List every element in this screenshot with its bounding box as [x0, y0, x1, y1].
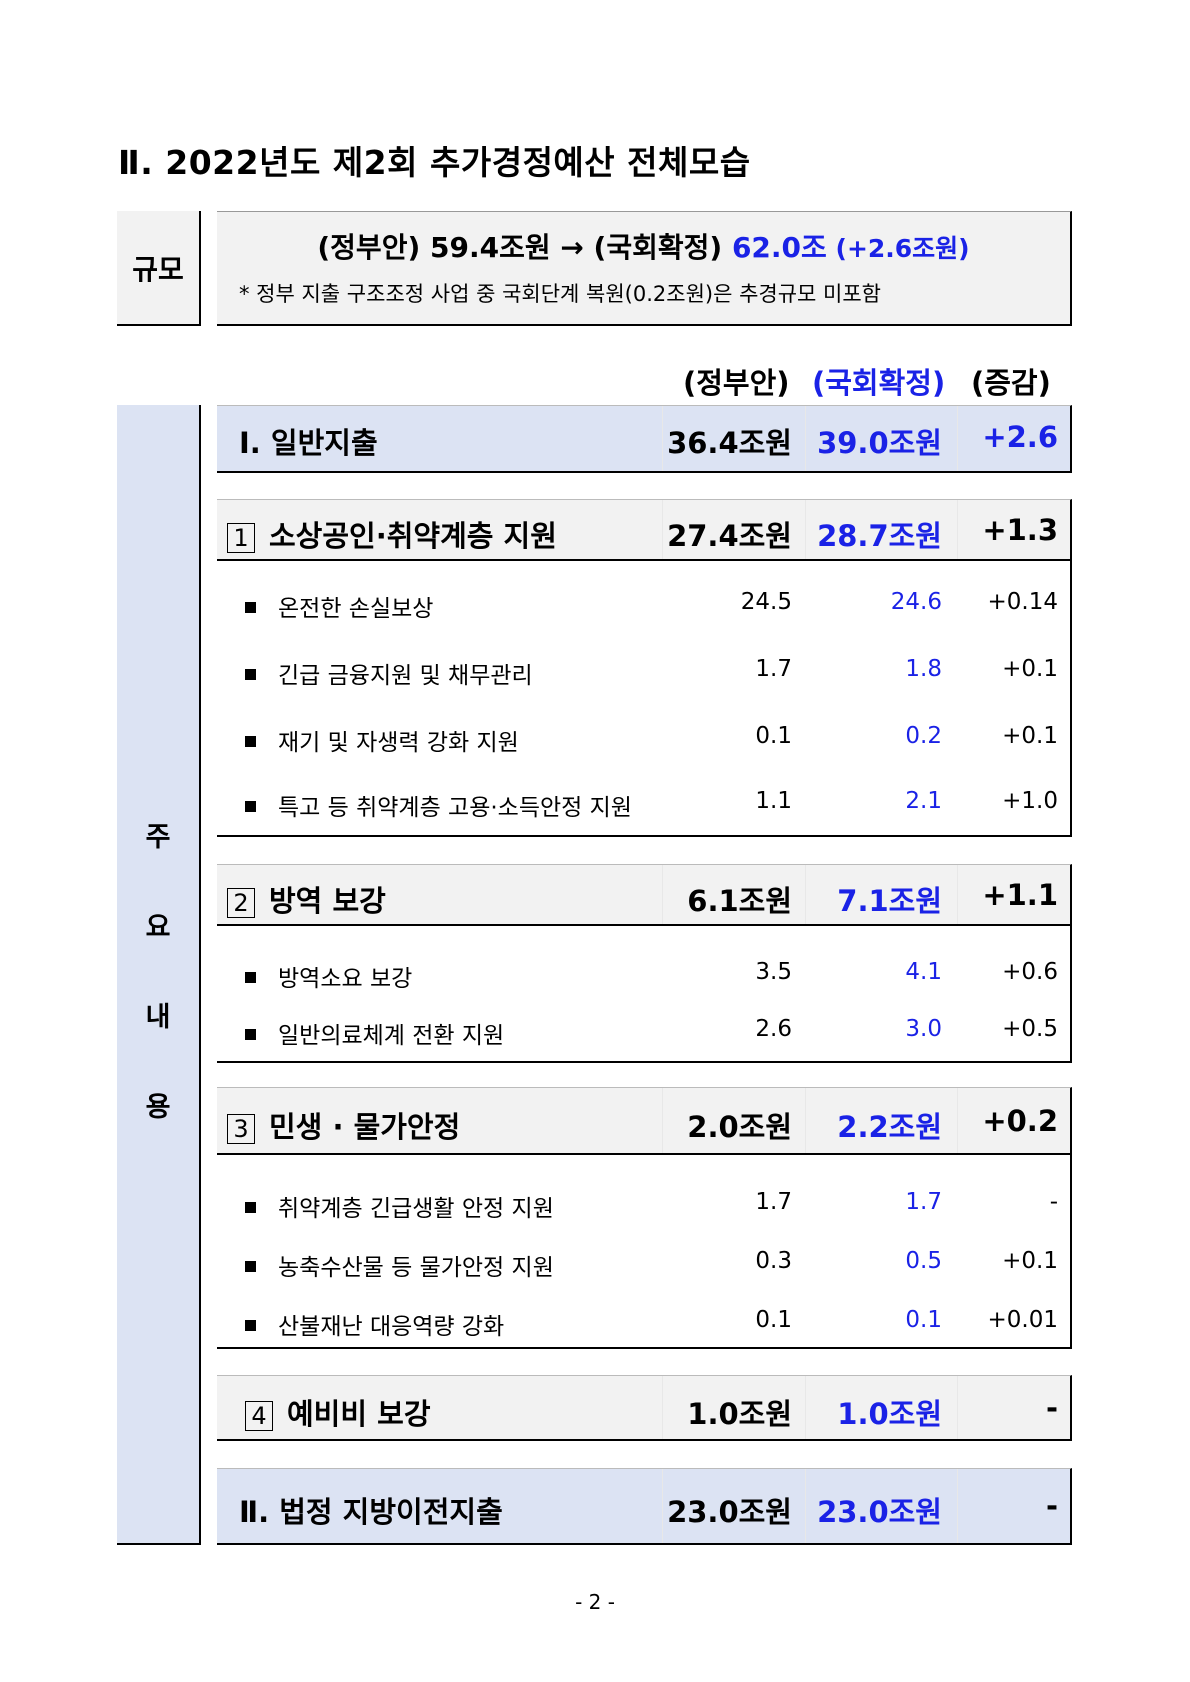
item-gov: 2.6 [755, 1016, 792, 1042]
item-change: +0.1 [1002, 723, 1058, 749]
section-2-assembly: 7.1조원 [837, 884, 942, 918]
general-expenditure-row: Ⅰ. 일반지출 36.4조원 39.0조원 +2.6 [217, 405, 1072, 473]
section-4-label: 4 예비비 보강 [245, 1391, 431, 1433]
section-1-items: 온전한 손실보상 24.5 24.6 +0.14 긴급 금융지원 및 채무관리 … [217, 561, 1072, 836]
section-1-change: +1.3 [982, 513, 1058, 547]
item-change: +1.0 [1002, 788, 1058, 814]
scale-final-value: 62.0조 [731, 231, 827, 264]
section-number-box: 3 [227, 1114, 255, 1144]
general-expenditure-change: +2.6 [982, 420, 1058, 454]
item-gov: 1.7 [755, 656, 792, 682]
item-assembly: 3.0 [905, 1016, 942, 1042]
section-4-change: - [1045, 1391, 1058, 1425]
section-1-label: 1 소상공인·취약계층 지원 [227, 513, 557, 555]
page-title: Ⅱ. 2022년도 제2회 추가경정예산 전체모습 [118, 143, 751, 182]
item-change: +0.14 [987, 589, 1058, 615]
section-number-box: 1 [227, 523, 255, 553]
item-assembly: 0.5 [905, 1248, 942, 1274]
column-header-assembly: (국회확정) [812, 366, 946, 400]
item-assembly: 1.7 [905, 1189, 942, 1215]
item-label: 특고 등 취약계층 고용·소득안정 지원 [278, 795, 632, 821]
item-label: 산불재난 대응역량 강화 [278, 1314, 505, 1340]
item-label: 농축수산물 등 물가안정 지원 [278, 1255, 554, 1281]
section-2-items: 방역소요 보강 3.5 4.1 +0.6 일반의료체계 전환 지원 2.6 3.… [217, 926, 1072, 1062]
sidebar-char: 용 [145, 1092, 171, 1123]
section-1-assembly: 28.7조원 [817, 519, 942, 553]
item-gov: 1.1 [755, 788, 792, 814]
scale-label: 규모 [117, 211, 201, 326]
item-gov: 24.5 [740, 589, 792, 615]
scale-box: (정부안) 59.4조원 → (국회확정) 62.0조 (+2.6조원) * 정… [217, 211, 1072, 326]
general-expenditure-label: Ⅰ. 일반지출 [239, 426, 378, 460]
section-3-gov: 2.0조원 [687, 1110, 792, 1144]
sidebar-char: 내 [145, 1002, 171, 1033]
section-2-header: 2 방역 보강 6.1조원 7.1조원 +1.1 [217, 864, 1072, 926]
item-gov: 1.7 [755, 1189, 792, 1215]
sidebar-char: 주 [145, 822, 171, 853]
item-label: 방역소요 보강 [278, 966, 413, 992]
item-assembly: 0.1 [905, 1307, 942, 1333]
section-3-items: 취약계층 긴급생활 안정 지원 1.7 1.7 - 농축수산물 등 물가안정 지… [217, 1155, 1072, 1348]
local-transfer-label: Ⅱ. 법정 지방이전지출 [239, 1495, 503, 1529]
item-change: - [1049, 1189, 1058, 1215]
item-change: +0.1 [1002, 1248, 1058, 1274]
item-assembly: 0.2 [905, 723, 942, 749]
item-label: 취약계층 긴급생활 안정 지원 [278, 1196, 554, 1222]
section-number-box: 4 [245, 1401, 273, 1431]
scale-summary-prefix: (정부안) 59.4조원 → (국회확정) [317, 231, 732, 264]
section-3-header: 3 민생 · 물가안정 2.0조원 2.2조원 +0.2 [217, 1087, 1072, 1155]
local-transfer-gov: 23.0조원 [667, 1495, 792, 1529]
section-1-header: 1 소상공인·취약계층 지원 27.4조원 28.7조원 +1.3 [217, 499, 1072, 561]
general-expenditure-assembly: 39.0조원 [817, 426, 942, 460]
section-1-gov: 27.4조원 [667, 519, 792, 553]
item-gov: 0.1 [755, 1307, 792, 1333]
item-label: 온전한 손실보상 [278, 596, 434, 622]
section-2-label: 2 방역 보강 [227, 878, 386, 920]
section-2-gov: 6.1조원 [687, 884, 792, 918]
local-transfer-row: Ⅱ. 법정 지방이전지출 23.0조원 23.0조원 - [217, 1468, 1072, 1545]
local-transfer-assembly: 23.0조원 [817, 1495, 942, 1529]
section-4-gov: 1.0조원 [687, 1397, 792, 1431]
column-header-gov: (정부안) [683, 366, 790, 400]
scale-note: * 정부 지출 구조조정 사업 중 국회단계 복원(0.2조원)은 추경규모 미… [239, 282, 881, 306]
main-contents-sidebar: 주 요 내 용 [117, 405, 201, 1545]
section-3-change: +0.2 [982, 1104, 1058, 1138]
item-assembly: 24.6 [890, 589, 942, 615]
item-assembly: 2.1 [905, 788, 942, 814]
item-gov: 3.5 [755, 959, 792, 985]
item-gov: 0.3 [755, 1248, 792, 1274]
item-assembly: 1.8 [905, 656, 942, 682]
scale-summary: (정부안) 59.4조원 → (국회확정) 62.0조 (+2.6조원) [217, 226, 1070, 266]
scale-change-value: (+2.6조원) [826, 234, 970, 263]
column-header-change: (증감) [971, 366, 1051, 400]
sidebar-char: 요 [145, 912, 171, 943]
local-transfer-change: - [1045, 1489, 1058, 1523]
item-label: 일반의료체계 전환 지원 [278, 1023, 505, 1049]
item-gov: 0.1 [755, 723, 792, 749]
item-change: +0.5 [1002, 1016, 1058, 1042]
section-3-assembly: 2.2조원 [837, 1110, 942, 1144]
section-3-label: 3 민생 · 물가안정 [227, 1104, 460, 1146]
item-label: 재기 및 자생력 강화 지원 [278, 730, 519, 756]
item-change: +0.01 [987, 1307, 1058, 1333]
page-number: - 2 - [575, 1590, 615, 1614]
section-number-box: 2 [227, 888, 255, 918]
item-change: +0.6 [1002, 959, 1058, 985]
item-label: 긴급 금융지원 및 채무관리 [278, 663, 533, 689]
section-4-assembly: 1.0조원 [837, 1397, 942, 1431]
general-expenditure-gov: 36.4조원 [667, 426, 792, 460]
section-2-change: +1.1 [982, 878, 1058, 912]
item-assembly: 4.1 [905, 959, 942, 985]
section-4-header: 4 예비비 보강 1.0조원 1.0조원 - [217, 1375, 1072, 1441]
item-change: +0.1 [1002, 656, 1058, 682]
